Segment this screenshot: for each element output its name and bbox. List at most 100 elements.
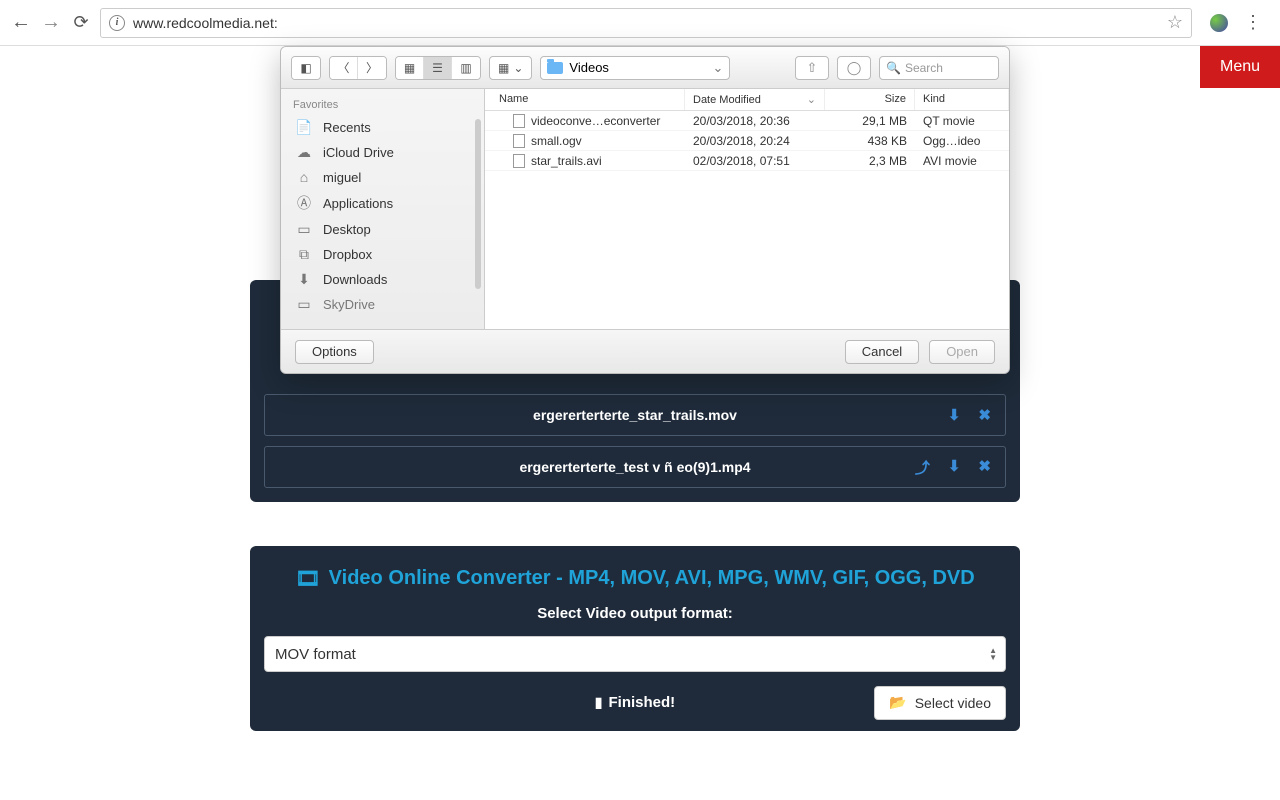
favorite-label: miguel [323,170,361,185]
favorite-icon: ☁ [295,144,313,161]
table-row[interactable]: videoconve…econverter 20/03/2018, 20:3629… [485,111,1009,131]
view-icon-list[interactable]: ☰ [424,57,452,79]
sidebar-item-icloud-drive[interactable]: ☁iCloud Drive [281,140,484,165]
col-date[interactable]: Date Modified⌄ [685,89,825,110]
view-mode-seg: ▦ ☰ ▥ [395,56,481,80]
folder-selector[interactable]: Videos [540,56,730,80]
file-size: 2,3 MB [825,154,915,168]
file-date: 20/03/2018, 20:24 [685,134,825,148]
file-name: videoconve…econverter [531,114,660,128]
download-icon[interactable]: ⬇ [948,406,961,424]
converter-title: 🎞 Video Online Converter - MP4, MOV, AVI… [264,566,1006,591]
file-date: 20/03/2018, 20:36 [685,114,825,128]
dialog-footer: Options Cancel Open [281,329,1009,373]
dialog-body: Favorites 📄 Recents ☁iCloud Drive ⌂ miguel ⒶA… [281,89,1009,329]
select-video-label: Select video [915,695,991,711]
browser-menu-icon[interactable]: ⋮ [1244,12,1262,33]
dialog-toolbar: ◧ 〈 〉 ▦ ☰ ▥ ▦⌄ Videos ⇧ ◯ 🔍 Search [281,47,1009,89]
file-size: 29,1 MB [825,114,915,128]
sidebar-item-skydrive[interactable]: ▭ SkyDrive [281,292,484,317]
sidebar-toggle-icon[interactable]: ◧ [292,57,320,79]
cancel-button[interactable]: Cancel [845,340,919,364]
download-icon[interactable]: ⬇ [948,457,961,478]
close-icon[interactable]: ✖ [978,457,991,478]
url-bar[interactable]: i www.redcoolmedia.net: ☆ [100,8,1192,38]
converter-subtitle: Select Video output format: [264,605,1006,622]
favorite-icon: 📄 [295,119,313,136]
options-button[interactable]: Options [295,340,374,364]
favorite-label: Desktop [323,222,371,237]
file-row-actions: ⤴ ⬇ ✖ [915,457,991,478]
close-icon[interactable]: ✖ [978,406,991,424]
favorite-label: Downloads [323,272,387,287]
extension-icon[interactable] [1210,14,1228,32]
folder-name: Videos [569,60,609,75]
grid-icon: ▦ [498,61,509,75]
file-row: ergererterterte_test v ñ eo(9)1.mp4 ⤴ ⬇ … [264,446,1006,488]
favorites-header: Favorites [281,97,484,115]
forward-button[interactable]: → [40,11,62,34]
file-table: Name Date Modified⌄ Size Kind videoconve… [485,89,1009,329]
dialog-forward-button[interactable]: 〉 [358,57,386,79]
file-name: small.ogv [531,134,582,148]
reload-button[interactable]: ⟳ [70,12,92,33]
sidebar-toggle[interactable]: ◧ [291,56,321,80]
favorites-panel: Favorites 📄 Recents ☁iCloud Drive ⌂ miguel ⒶA… [281,89,485,329]
table-row[interactable]: small.ogv 20/03/2018, 20:24438 KBOgg…ideo [485,131,1009,151]
file-kind: QT movie [915,114,1009,128]
sidebar-item-dropbox[interactable]: ⧉Dropbox [281,242,484,267]
sidebar-item-applications[interactable]: ⒶApplications [281,189,484,217]
col-size[interactable]: Size [825,89,915,110]
favorite-label: SkyDrive [323,297,375,312]
sidebar-item-downloads[interactable]: ⬇Downloads [281,267,484,292]
site-info-icon[interactable]: i [109,15,125,31]
file-row-name: ergererterterte_test v ñ eo(9)1.mp4 [519,459,750,475]
folder-open-icon: 📂 [889,694,906,711]
share-button[interactable]: ⇧ [795,56,829,80]
file-row: ergererterterte_star_trails.mov ⬇ ✖ [264,394,1006,436]
menu-button[interactable]: Menu [1200,46,1280,88]
favorite-icon: ▭ [295,296,313,313]
file-name: star_trails.avi [531,154,602,168]
tags-button[interactable]: ◯ [837,56,871,80]
chevron-down-icon: ⌄ [513,61,523,75]
select-video-button[interactable]: 📂 Select video [874,686,1006,720]
view-icon-grid[interactable]: ▦ [396,57,424,79]
favorite-label: Recents [323,120,371,135]
format-select[interactable]: MOV format ▲▼ [264,636,1006,672]
col-name[interactable]: Name [485,89,685,110]
file-icon [513,134,525,148]
back-button[interactable]: ← [10,11,32,34]
table-row[interactable]: star_trails.avi02/03/2018, 07:512,3 MBAV… [485,151,1009,171]
favorite-icon: ⧉ [295,246,313,263]
open-button[interactable]: Open [929,340,995,364]
view-icon-columns[interactable]: ▥ [452,57,480,79]
file-size: 438 KB [825,134,915,148]
file-open-dialog: ◧ 〈 〉 ▦ ☰ ▥ ▦⌄ Videos ⇧ ◯ 🔍 Search [280,46,1010,374]
share-icon[interactable]: ⤴ [915,457,930,478]
sidebar-item-miguel[interactable]: ⌂ miguel [281,165,484,189]
finished-label: ▮ Finished! [595,694,675,711]
sidebar-scrollbar[interactable] [475,119,481,289]
bookmark-icon[interactable]: ☆ [1167,12,1183,33]
film-icon: 🎞 [295,566,320,591]
chevron-down-icon: ⌄ [807,93,816,106]
page: Menu ergererterterte_star_trails.mov ⬇ ✖… [0,46,1280,800]
group-dropdown[interactable]: ▦⌄ [489,56,532,80]
table-header: Name Date Modified⌄ Size Kind [485,89,1009,111]
converter-footer: ▮ Finished! 📂 Select video [264,694,1006,711]
nav-back-forward: 〈 〉 [329,56,387,80]
file-date: 02/03/2018, 07:51 [685,154,825,168]
dialog-search[interactable]: 🔍 Search [879,56,999,80]
chevron-updown-icon: ▲▼ [989,647,997,661]
sidebar-item-desktop[interactable]: ▭Desktop [281,217,484,242]
sidebar-item-recents[interactable]: 📄 Recents [281,115,484,140]
col-kind[interactable]: Kind [915,89,1009,110]
url-text: www.redcoolmedia.net: [133,15,1167,31]
favorite-icon: ⌂ [295,169,313,185]
file-kind: Ogg…ideo [915,134,1009,148]
favorite-label: Applications [323,196,393,211]
file-row-name: ergererterterte_star_trails.mov [533,407,737,423]
dialog-back-button[interactable]: 〈 [330,57,358,79]
converter-title-text: Video Online Converter - MP4, MOV, AVI, … [329,567,975,590]
